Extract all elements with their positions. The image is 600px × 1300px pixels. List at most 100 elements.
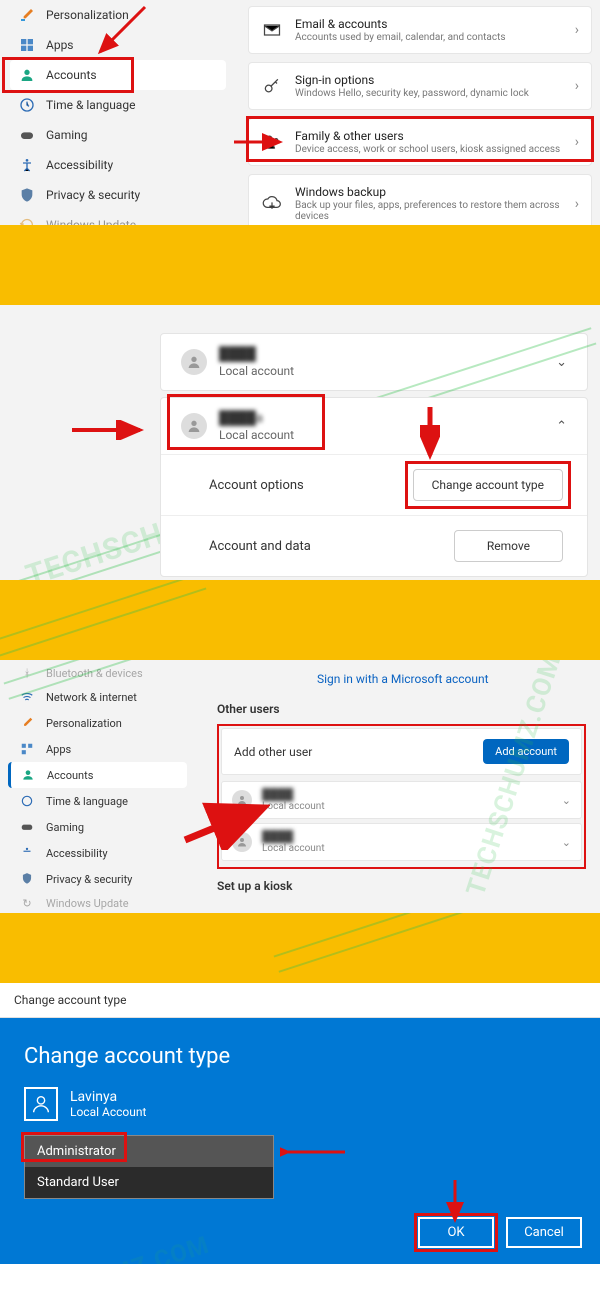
sidebar-item-gaming[interactable]: Gaming (0, 814, 195, 840)
card-title: Sign-in options (295, 73, 563, 87)
sidebar-item-accounts[interactable]: Accounts (10, 60, 226, 90)
other-users-header: Other users (217, 702, 586, 716)
card-windows-backup[interactable]: Windows backupBack up your files, apps, … (248, 174, 592, 225)
sidebar-item-privacy-security[interactable]: Privacy & security (0, 866, 195, 892)
avatar-icon (232, 832, 252, 852)
divider (0, 913, 600, 983)
sidebar-item-accessibility[interactable]: Accessibility (0, 840, 195, 866)
card-subtitle: Windows Hello, security key, password, d… (295, 88, 563, 99)
gamepad-icon (18, 126, 36, 144)
chevron-down-icon: ⌄ (556, 355, 567, 370)
chevron-right-icon: › (575, 78, 579, 94)
wifi-icon (18, 688, 36, 706)
sidebar-label: Accounts (46, 68, 97, 82)
update-icon (18, 216, 36, 225)
backup-icon (261, 193, 283, 215)
accounts-detail: Sign in with a Microsoft account Other u… (195, 660, 600, 913)
sidebar-item-network[interactable]: Network & internet (0, 684, 195, 710)
dialog-user-info: LavinyaLocal Account (24, 1087, 576, 1121)
divider (0, 225, 600, 305)
user-type: Local account (219, 364, 294, 378)
change-account-type-button[interactable]: Change account type (413, 469, 563, 501)
clock-icon (18, 792, 36, 810)
settings-window-2: ᚼBluetooth & devices Network & internet … (0, 660, 600, 913)
account-data-row: Account and data Remove (161, 515, 587, 576)
signin-microsoft-link[interactable]: Sign in with a Microsoft account (317, 672, 586, 686)
sidebar-item-bluetooth[interactable]: ᚼBluetooth & devices (0, 662, 195, 684)
dropdown-option-standard-user[interactable]: Standard User (25, 1167, 273, 1198)
divider (0, 580, 600, 660)
account-options-row: Account options Change account type (161, 454, 587, 515)
sidebar-item-accessibility[interactable]: Accessibility (0, 150, 236, 180)
sidebar-item-personalization[interactable]: Personalization (0, 710, 195, 736)
apps-icon (18, 36, 36, 54)
sidebar-item-time-language[interactable]: Time & language (0, 788, 195, 814)
card-title: Family & other users (295, 129, 563, 143)
chevron-right-icon: › (575, 196, 579, 212)
sidebar-label: Gaming (46, 128, 88, 142)
card-subtitle: Accounts used by email, calendar, and co… (295, 32, 563, 43)
avatar-icon (232, 790, 252, 810)
user-row[interactable]: ████Local account ⌄ (221, 823, 582, 861)
shield-icon (18, 870, 36, 888)
dialog-titlebar: Change account type (0, 983, 600, 1018)
sidebar-item-apps[interactable]: Apps (0, 30, 236, 60)
avatar-icon (24, 1087, 58, 1121)
sidebar-label: Accessibility (46, 158, 113, 172)
sidebar-label: Time & language (46, 98, 135, 112)
chevron-down-icon: ⌄ (562, 794, 571, 807)
sidebar-label: Personalization (46, 8, 129, 22)
card-signin-options[interactable]: Sign-in optionsWindows Hello, security k… (248, 62, 592, 110)
person-icon (18, 66, 36, 84)
sidebar-item-windows-update[interactable]: Windows Update (0, 210, 236, 225)
brush-icon (18, 714, 36, 732)
brush-icon (18, 6, 36, 24)
accessibility-icon (18, 844, 36, 862)
other-users-panel: TECHSCHUMZ.COM ████Local account ⌄ ████a… (0, 305, 600, 580)
card-subtitle: Back up your files, apps, preferences to… (295, 200, 563, 222)
cancel-button[interactable]: Cancel (506, 1217, 582, 1248)
account-options-label: Account options (209, 478, 304, 493)
sidebar-item-windows-update[interactable]: ↻Windows Update (0, 892, 195, 913)
sidebar-label: Privacy & security (46, 188, 140, 202)
settings-window-1: Personalization Apps Accounts Time & lan… (0, 0, 600, 225)
dropdown-option-administrator[interactable]: Administrator (25, 1136, 273, 1167)
add-other-user-label: Add other user (234, 745, 312, 759)
card-subtitle: Device access, work or school users, kio… (295, 144, 563, 155)
chevron-right-icon: › (575, 134, 579, 150)
sidebar-item-accounts[interactable]: Accounts (8, 762, 187, 788)
watermark: TECHSCHUMZ.COM (0, 1231, 213, 1264)
sidebar-item-personalization[interactable]: Personalization (0, 0, 236, 30)
user-row[interactable]: ████Local account ⌄ (221, 781, 582, 819)
avatar-icon (181, 413, 207, 439)
add-other-user-row: Add other user Add account (221, 728, 582, 775)
user-type: Local account (219, 428, 294, 442)
change-account-type-dialog: Change account type Change account type … (0, 983, 600, 1264)
sidebar-item-privacy-security[interactable]: Privacy & security (0, 180, 236, 210)
sidebar-item-time-language[interactable]: Time & language (0, 90, 236, 120)
sidebar-label: Apps (46, 38, 74, 52)
accessibility-icon (18, 156, 36, 174)
person-icon (19, 766, 37, 784)
account-type-dropdown[interactable]: Administrator Standard User (24, 1135, 274, 1199)
sidebar-item-apps[interactable]: Apps (0, 736, 195, 762)
chevron-up-icon: ⌃ (556, 419, 567, 434)
gamepad-icon (18, 818, 36, 836)
card-email-accounts[interactable]: Email & accountsAccounts used by email, … (248, 6, 592, 54)
remove-button[interactable]: Remove (454, 530, 563, 562)
card-family-other-users[interactable]: Family & other usersDevice access, work … (248, 118, 592, 166)
key-icon (261, 75, 283, 97)
user-row[interactable]: ████Local account ⌄ (160, 333, 588, 391)
clock-icon (18, 96, 36, 114)
user-row-header[interactable]: ████a Local account ⌃ (161, 398, 587, 454)
sidebar-item-gaming[interactable]: Gaming (0, 120, 236, 150)
kiosk-header: Set up a kiosk (217, 879, 586, 893)
add-account-button[interactable]: Add account (483, 739, 569, 764)
chevron-right-icon: › (575, 22, 579, 38)
ok-button[interactable]: OK (418, 1217, 494, 1248)
mail-icon (261, 19, 283, 41)
user-name: ████a (219, 410, 294, 426)
annotation-arrow (70, 420, 150, 440)
account-data-label: Account and data (209, 539, 311, 554)
card-title: Windows backup (295, 185, 563, 199)
